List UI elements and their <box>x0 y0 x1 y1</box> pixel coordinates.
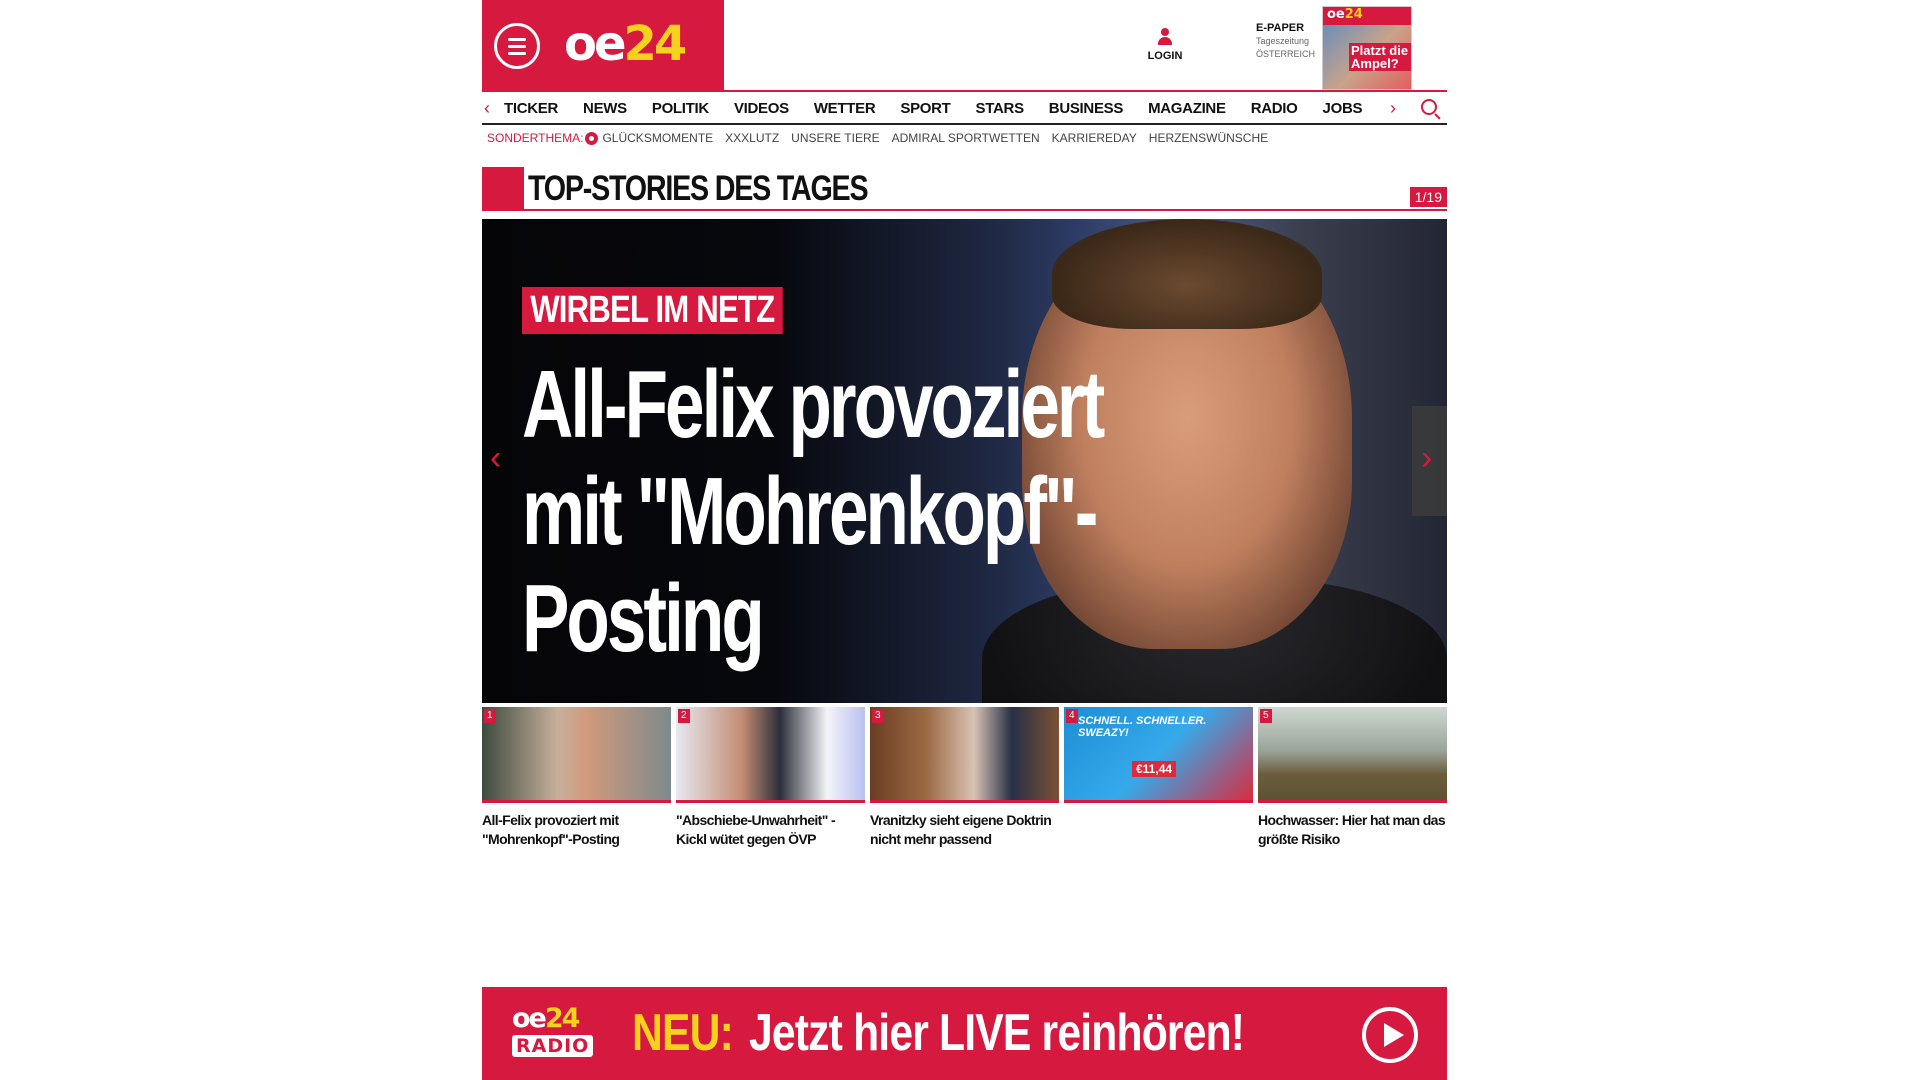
story-thumb[interactable]: 1 All-Felix provoziert mit "Mohrenkopf"-… <box>482 707 671 849</box>
thumb-title[interactable]: All-Felix provoziert mit "Mohrenkopf"-Po… <box>482 811 671 849</box>
nav-item-business[interactable]: BUSINESS <box>1049 100 1124 117</box>
radio-banner[interactable]: oe24 RADIO NEU: Jetzt hier LIVE reinhöre… <box>482 987 1447 1080</box>
special-topic-link[interactable]: ADMIRAL SPORTWETTEN <box>892 131 1040 145</box>
nav-item-wetter[interactable]: WETTER <box>814 100 876 117</box>
nav-item-news[interactable]: NEWS <box>583 100 627 117</box>
story-thumbnails: 1 All-Felix provoziert mit "Mohrenkopf"-… <box>482 707 1447 849</box>
nav-item-radio[interactable]: RADIO <box>1251 100 1298 117</box>
ad-slogan: SCHNELL. SCHNELLER. SWEAZY! <box>1078 715 1207 739</box>
thumb-image[interactable] <box>870 707 1059 803</box>
thumb-image[interactable] <box>482 707 671 803</box>
page: oe24 LOGIN E-PAPER Tageszeitung ÖSTERREI… <box>482 0 1447 1080</box>
special-topic-link[interactable]: GLÜCKSMOMENTE <box>602 131 713 145</box>
cover-logo: oe24 <box>1323 7 1411 25</box>
nav-item-stars[interactable]: STARS <box>976 100 1025 117</box>
nav-item-videos[interactable]: VIDEOS <box>734 100 789 117</box>
story-thumb[interactable]: 3 Vranitzky sieht eigene Doktrin nicht m… <box>870 707 1059 849</box>
login-label: LOGIN <box>1147 50 1183 62</box>
hero-headline[interactable]: All-Felix provoziert mit "Mohrenkopf"-Po… <box>522 351 1188 672</box>
radio-logo-label: RADIO <box>512 1035 594 1057</box>
thumb-title[interactable]: "Abschiebe-Unwahrheit" - Kickl wütet geg… <box>676 811 865 849</box>
special-topic-link[interactable]: HERZENSWÜNSCHE <box>1149 131 1268 145</box>
section-accent-bar <box>482 167 524 211</box>
hero-kicker: WIRBEL IM NETZ <box>522 287 783 334</box>
radio-cta-text: Jetzt hier LIVE reinhören! <box>749 1004 1245 1062</box>
slider-prev-icon[interactable]: ‹ <box>490 439 501 478</box>
thumb-title[interactable]: Hochwasser: Hier hat man das größte Risi… <box>1258 811 1447 849</box>
nav-next-icon[interactable]: › <box>1390 98 1396 119</box>
special-topic-link[interactable]: KARRIEREDAY <box>1052 131 1137 145</box>
site-header: oe24 LOGIN E-PAPER Tageszeitung ÖSTERREI… <box>482 0 1447 90</box>
special-topic-link[interactable]: UNSERE TIERE <box>791 131 879 145</box>
story-thumb[interactable]: 5 Hochwasser: Hier hat man das größte Ri… <box>1258 707 1447 849</box>
search-icon[interactable] <box>1421 99 1437 115</box>
ad-image[interactable]: SCHNELL. SCHNELLER. SWEAZY! €11,44 <box>1064 707 1253 803</box>
epaper-subtitle-2: ÖSTERREICH <box>1256 49 1316 59</box>
epaper-link[interactable]: E-PAPER Tageszeitung ÖSTERREICH <box>1256 22 1315 61</box>
thumb-image[interactable] <box>676 707 865 803</box>
site-logo[interactable]: oe24 <box>564 16 687 72</box>
slider-next-icon[interactable]: › <box>1421 439 1432 478</box>
special-topics-label: SONDERTHEMA: <box>487 131 584 145</box>
nav-item-sport[interactable]: SPORT <box>900 100 950 117</box>
nav-item-ticker[interactable]: TICKER <box>504 100 558 117</box>
radio-logo: oe24 RADIO <box>512 1005 594 1057</box>
thumb-image[interactable] <box>1258 707 1447 803</box>
logo-box: oe24 <box>482 0 724 90</box>
radio-new-label: NEU: <box>632 1004 734 1062</box>
hamburger-menu-icon[interactable] <box>494 23 540 69</box>
nav-item-jobs[interactable]: JOBS <box>1323 100 1363 117</box>
epaper-cover[interactable]: oe24 Platzt die Ampel? <box>1322 6 1412 90</box>
nav-item-magazine[interactable]: MAGAZINE <box>1148 100 1226 117</box>
nav-items: TICKER NEWS POLITIK VIDEOS WETTER SPORT … <box>504 100 1387 117</box>
thumb-number: 2 <box>678 709 690 723</box>
section-divider <box>524 209 1447 211</box>
epaper-title: E-PAPER <box>1256 22 1305 34</box>
epaper-subtitle-1: Tageszeitung <box>1256 36 1310 46</box>
ad-thumb[interactable]: SCHNELL. SCHNELLER. SWEAZY! €11,44 4 <box>1064 707 1253 849</box>
ad-price: €11,44 <box>1132 761 1177 777</box>
nav-item-politik[interactable]: POLITIK <box>652 100 709 117</box>
story-thumb[interactable]: 2 "Abschiebe-Unwahrheit" - Kickl wütet g… <box>676 707 865 849</box>
clover-icon <box>585 131 599 145</box>
thumb-number: 1 <box>484 709 496 723</box>
hero-slide[interactable]: WIRBEL IM NETZ All-Felix provoziert mit … <box>482 219 1447 703</box>
special-topics-bar: SONDERTHEMA: GLÜCKSMOMENTE XXXLUTZ UNSER… <box>487 128 1280 148</box>
thumb-title[interactable]: Vranitzky sieht eigene Doktrin nicht meh… <box>870 811 1059 849</box>
thumb-number: 3 <box>872 709 884 723</box>
main-nav: ‹ TICKER NEWS POLITIK VIDEOS WETTER SPOR… <box>482 90 1447 125</box>
section-title: TOP-STORIES DES TAGES <box>528 169 869 208</box>
slide-counter: 1/19 <box>1409 187 1447 207</box>
top-stories-header: TOP-STORIES DES TAGES 1/19 <box>482 167 1447 212</box>
cover-headline: Platzt die Ampel? <box>1349 43 1411 71</box>
nav-prev-icon[interactable]: ‹ <box>484 98 490 119</box>
thumb-number: 5 <box>1260 709 1272 723</box>
thumb-number: 4 <box>1066 709 1078 723</box>
play-icon[interactable] <box>1362 1007 1418 1063</box>
hero-image-hair <box>1052 219 1322 329</box>
login-button[interactable]: LOGIN <box>1145 28 1185 62</box>
user-icon <box>1157 28 1173 46</box>
special-topic-link[interactable]: XXXLUTZ <box>725 131 779 145</box>
